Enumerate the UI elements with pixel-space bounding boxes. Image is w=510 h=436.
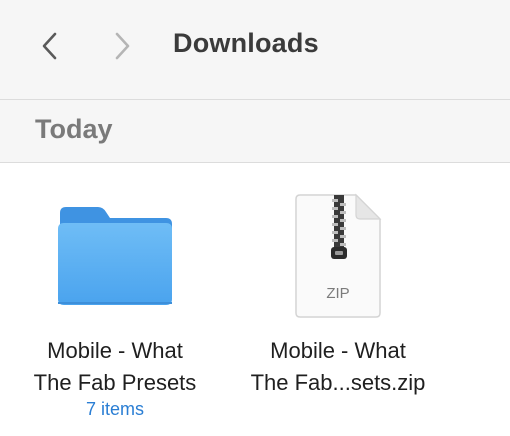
zip-label: ZIP	[326, 285, 349, 302]
section-title: Today	[35, 114, 113, 144]
chevron-left-icon	[42, 32, 57, 60]
forward-button[interactable]	[102, 26, 142, 66]
file-grid: Mobile - What The Fab Presets 7 items ZI…	[0, 163, 510, 436]
section-header: Today	[0, 100, 510, 163]
chevron-right-icon	[115, 32, 130, 60]
file-name-line: Mobile - What	[47, 338, 183, 363]
file-name-line: Mobile - What	[270, 338, 406, 363]
file-name-line: The Fab Presets	[33, 370, 197, 395]
file-name-line: The Fab...sets.zip	[250, 370, 426, 395]
files-window: Downloads Today Mobile - What The Fab Pr…	[0, 0, 510, 436]
folder-icon	[58, 207, 172, 305]
page-title: Downloads	[173, 28, 319, 58]
zip-file-icon: ZIP	[295, 193, 382, 318]
back-button[interactable]	[30, 26, 70, 66]
item-count: 7 items	[85, 399, 145, 419]
file-name: Mobile - What The Fab...sets.zip	[223, 335, 453, 399]
toolbar: Downloads	[0, 0, 510, 100]
file-name: Mobile - What The Fab Presets	[0, 335, 230, 399]
